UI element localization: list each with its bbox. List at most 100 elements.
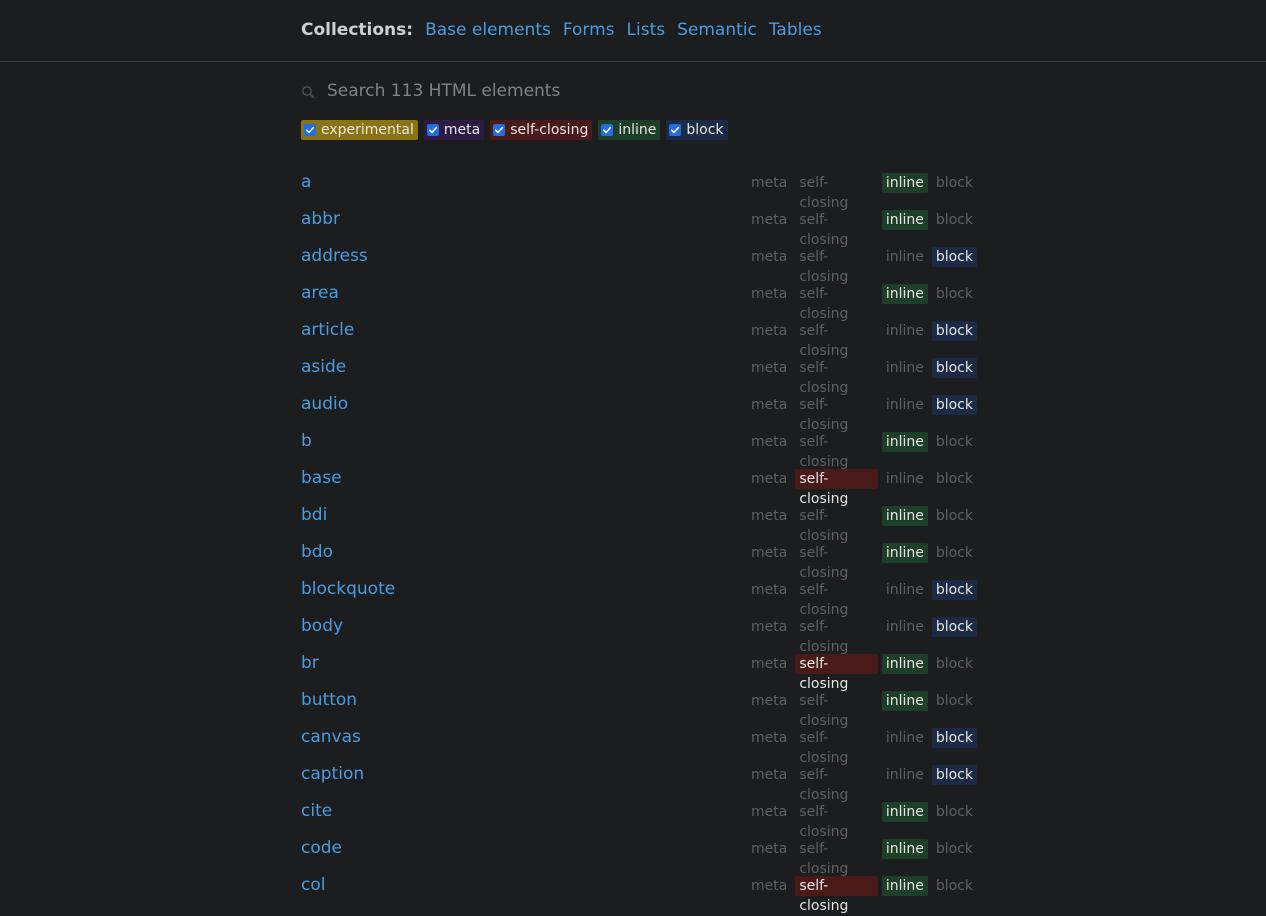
tag-meta: meta — [751, 619, 788, 635]
tag-self-closing: self-closing — [799, 434, 849, 470]
search-input[interactable] — [327, 81, 927, 101]
element-link[interactable]: address — [301, 246, 368, 266]
list-item: audio meta self-closing inline block — [301, 387, 981, 433]
nav-link-lists[interactable]: Lists — [627, 18, 666, 42]
list-item: article meta self-closing inline block — [301, 313, 981, 359]
tag-self-closing: self-closing — [799, 323, 849, 359]
tag-meta: meta — [751, 323, 788, 339]
element-tags: meta self-closing inline block — [747, 469, 981, 507]
checkbox-icon[interactable] — [426, 124, 439, 136]
element-link[interactable]: aside — [301, 357, 346, 377]
element-link[interactable]: a — [301, 172, 311, 192]
tag-meta: meta — [751, 730, 788, 746]
tag-block: block — [935, 804, 973, 820]
tag-block: block — [931, 617, 977, 637]
tag-meta: meta — [751, 249, 788, 265]
list-item: canvas meta self-closing inline block — [301, 720, 981, 766]
element-tags: meta self-closing inline block — [747, 691, 981, 729]
tag-block: block — [931, 321, 977, 341]
tag-inline: inline — [885, 360, 924, 376]
tag-inline: inline — [881, 284, 928, 304]
tag-self-closing: self-closing — [799, 175, 849, 211]
element-link[interactable]: col — [301, 875, 325, 895]
tag-meta: meta — [751, 804, 788, 820]
nav-link-semantic[interactable]: Semantic — [677, 18, 757, 42]
element-link[interactable]: b — [301, 431, 312, 451]
element-link[interactable]: abbr — [301, 209, 340, 229]
filter-chip-meta[interactable]: meta — [423, 120, 485, 140]
nav-link-base-elements[interactable]: Base elements — [425, 18, 551, 42]
filter-chip-experimental[interactable]: experimental — [301, 120, 418, 140]
filter-chip-inline[interactable]: inline — [598, 120, 661, 140]
tag-block: block — [935, 841, 973, 857]
tag-inline: inline — [885, 323, 924, 339]
element-link[interactable]: caption — [301, 764, 364, 784]
tag-inline: inline — [881, 802, 928, 822]
element-tags: meta self-closing inline block — [747, 802, 981, 840]
main-content: experimentalmetaself-closinginlineblock … — [301, 63, 981, 914]
element-link[interactable]: audio — [301, 394, 348, 414]
tag-block: block — [931, 395, 977, 415]
tag-block: block — [935, 212, 973, 228]
tag-inline: inline — [885, 249, 924, 265]
list-item: bdi meta self-closing inline block — [301, 498, 981, 544]
tag-self-closing: self-closing — [795, 876, 878, 914]
element-link[interactable]: bdo — [301, 542, 333, 562]
tag-block: block — [935, 508, 973, 524]
tag-block: block — [931, 580, 977, 600]
tag-block: block — [935, 286, 973, 302]
element-link[interactable]: blockquote — [301, 579, 395, 599]
element-link[interactable]: article — [301, 320, 354, 340]
element-tags: meta self-closing inline block — [747, 654, 981, 692]
filter-chip-label: meta — [443, 122, 481, 138]
tag-meta: meta — [751, 397, 788, 413]
element-tags: meta self-closing inline block — [747, 765, 981, 803]
tag-block: block — [935, 434, 973, 450]
tag-inline: inline — [881, 654, 928, 674]
element-link[interactable]: area — [301, 283, 339, 303]
tag-meta: meta — [751, 212, 788, 228]
checkbox-icon[interactable] — [669, 124, 682, 136]
tag-self-closing: self-closing — [799, 397, 849, 433]
tag-block: block — [935, 693, 973, 709]
tag-inline: inline — [881, 876, 928, 896]
element-link[interactable]: body — [301, 616, 343, 636]
tag-inline: inline — [881, 173, 928, 193]
filter-chip-self-closing[interactable]: self-closing — [490, 120, 593, 140]
element-link[interactable]: base — [301, 468, 342, 488]
list-item: bdo meta self-closing inline block — [301, 535, 981, 581]
list-item: a meta self-closing inline block — [301, 165, 981, 211]
tag-self-closing: self-closing — [799, 286, 849, 322]
tag-self-closing: self-closing — [795, 654, 878, 692]
element-link[interactable]: br — [301, 653, 319, 673]
tag-block: block — [935, 656, 973, 672]
tag-self-closing: self-closing — [799, 804, 849, 840]
checkbox-icon[interactable] — [493, 124, 506, 136]
tag-inline: inline — [885, 471, 924, 487]
element-tags: meta self-closing inline block — [747, 617, 981, 655]
tag-block: block — [931, 728, 977, 748]
list-item: aside meta self-closing inline block — [301, 350, 981, 396]
tag-meta: meta — [751, 286, 788, 302]
tag-self-closing: self-closing — [799, 360, 849, 396]
tag-inline: inline — [885, 397, 924, 413]
element-tags: meta self-closing inline block — [747, 173, 981, 211]
element-tags: meta self-closing inline block — [747, 321, 981, 359]
list-item: address meta self-closing inline block — [301, 239, 981, 285]
checkbox-icon[interactable] — [601, 124, 614, 136]
element-link[interactable]: canvas — [301, 727, 361, 747]
tag-inline: inline — [885, 767, 924, 783]
element-link[interactable]: cite — [301, 801, 332, 821]
element-link[interactable]: code — [301, 838, 342, 858]
element-tags: meta self-closing inline block — [747, 432, 981, 470]
element-link[interactable]: button — [301, 690, 357, 710]
search-bar — [301, 63, 981, 119]
filter-chip-block[interactable]: block — [666, 120, 728, 140]
tag-self-closing: self-closing — [799, 841, 849, 877]
nav-link-forms[interactable]: Forms — [563, 18, 615, 42]
tag-inline: inline — [885, 730, 924, 746]
list-item: area meta self-closing inline block — [301, 276, 981, 322]
nav-link-tables[interactable]: Tables — [769, 18, 822, 42]
checkbox-icon[interactable] — [304, 124, 316, 136]
element-link[interactable]: bdi — [301, 505, 327, 525]
